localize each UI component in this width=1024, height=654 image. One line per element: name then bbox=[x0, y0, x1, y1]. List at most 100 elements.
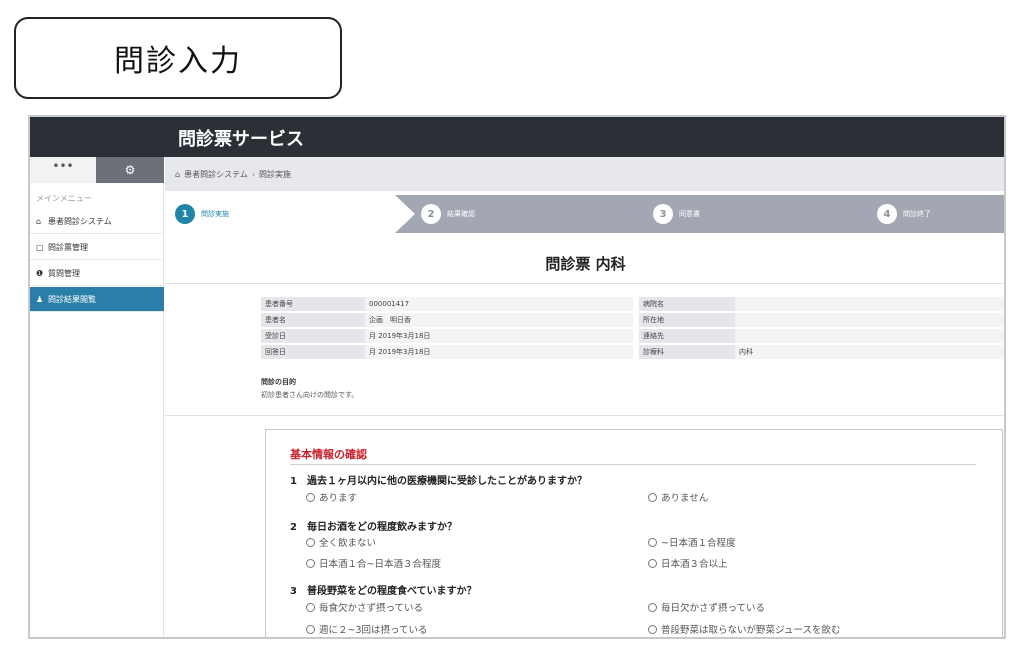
question-icon: ❶ bbox=[36, 268, 44, 278]
info-value: 月 2019年3月18日 bbox=[365, 345, 633, 360]
option-label: 週に２~3回は摂っている bbox=[319, 625, 428, 636]
gear-icon[interactable]: ⚙ bbox=[96, 157, 164, 183]
radio-option[interactable]: 全く飲まない bbox=[306, 535, 376, 549]
step-4: 4 問診終了 bbox=[877, 204, 931, 224]
info-row: 受診日 月 2019年3月18日 連絡先 bbox=[261, 329, 1004, 344]
home-icon[interactable]: ⌂ bbox=[175, 170, 180, 179]
sidebar-item-label: 質問管理 bbox=[48, 268, 80, 278]
sidebar: ••• ⚙ メインメニュー ⌂ 患者問診システム ▢ 問診票管理 ❶ 質問管理 … bbox=[30, 157, 164, 637]
app-title: 問診票サービス bbox=[178, 129, 304, 150]
sidebar-item-form-management[interactable]: ▢ 問診票管理 bbox=[30, 235, 164, 260]
section-title: 基本情報の確認 bbox=[290, 448, 367, 461]
option-label: ありません bbox=[661, 493, 709, 504]
info-label: 所在地 bbox=[639, 313, 735, 328]
sidebar-item-label: 患者問診システム bbox=[48, 216, 112, 226]
step-number: 2 bbox=[421, 204, 441, 224]
info-value bbox=[735, 313, 1004, 328]
step-label: 同意書 bbox=[679, 210, 700, 218]
breadcrumb-current: 問診実施 bbox=[259, 169, 292, 179]
radio-button[interactable] bbox=[306, 538, 315, 547]
info-value bbox=[735, 329, 1004, 344]
info-value bbox=[735, 297, 1004, 312]
question-1: 1 過去１ヶ月以内に他の医療機関に受診したことがありますか？ bbox=[290, 476, 587, 487]
step-label: 結果確認 bbox=[447, 210, 475, 218]
radio-option[interactable]: 週に２~3回は摂っている bbox=[306, 622, 428, 636]
step-number: 4 bbox=[877, 204, 897, 224]
option-label: あります bbox=[319, 493, 358, 504]
radio-button[interactable] bbox=[306, 603, 315, 612]
step-1: 1 問診実施 bbox=[175, 204, 229, 224]
option-label: 普段野菜は取らないが野菜ジュースを飲む bbox=[661, 625, 841, 636]
info-label: 患者番号 bbox=[261, 297, 365, 312]
info-label: 病院名 bbox=[639, 297, 735, 312]
info-row: 患者番号 000001417 病院名 bbox=[261, 297, 1004, 312]
breadcrumb-separator: › bbox=[251, 169, 256, 179]
divider bbox=[165, 283, 1004, 284]
progress-steps: 1 問診実施 2 結果確認 3 同意書 4 問診終了 bbox=[165, 195, 1004, 233]
radio-option[interactable]: ありません bbox=[648, 490, 708, 504]
option-label: 毎食欠かさず摂っている bbox=[319, 603, 424, 614]
radio-option[interactable]: 日本酒１合~日本酒３合程度 bbox=[306, 556, 441, 570]
radio-option[interactable]: 毎日欠かさず摂っている bbox=[648, 600, 765, 614]
question-2: 2 毎日お酒をどの程度飲みますか？ bbox=[290, 522, 457, 533]
breadcrumb-home[interactable]: 患者問診システム bbox=[184, 169, 248, 180]
main-content: ⌂ 患者問診システム › 問診実施 1 問診実施 2 結果確認 3 同意書 4 bbox=[165, 157, 1004, 637]
option-label: 日本酒１合~日本酒３合程度 bbox=[319, 559, 441, 570]
sidebar-caption: メインメニュー bbox=[36, 194, 92, 203]
sidebar-header: ••• ⚙ bbox=[30, 157, 164, 183]
question-3: 3 普段野菜をどの程度食べていますか？ bbox=[290, 586, 477, 597]
info-value: 000001417 bbox=[365, 297, 633, 312]
info-row: 回答日 月 2019年3月18日 診療科 内科 bbox=[261, 345, 1004, 360]
sidebar-item-results[interactable]: ♟ 問診結果閲覧 bbox=[30, 287, 164, 312]
option-label: ~日本酒１合程度 bbox=[661, 538, 736, 549]
option-label: 全く飲まない bbox=[319, 538, 377, 549]
radio-option[interactable]: あります bbox=[306, 490, 357, 504]
questionnaire-box: 基本情報の確認 1 過去１ヶ月以内に他の医療機関に受診したことがありますか？ あ… bbox=[265, 429, 1003, 637]
purpose-text: 初診患者さん向けの問診です。 bbox=[261, 391, 359, 399]
info-value: 月 2019年3月18日 bbox=[365, 329, 633, 344]
calendar-icon: ▢ bbox=[36, 242, 44, 252]
divider bbox=[165, 415, 1004, 416]
step-number: 1 bbox=[175, 204, 195, 224]
info-label: 受診日 bbox=[261, 329, 365, 344]
step-arrow bbox=[395, 195, 415, 233]
user-icon: ♟ bbox=[36, 294, 44, 304]
home-icon: ⌂ bbox=[36, 216, 42, 226]
step-3: 3 同意書 bbox=[653, 204, 700, 224]
info-value: 企画 明日香 bbox=[365, 313, 633, 328]
breadcrumb: ⌂ 患者問診システム › 問診実施 bbox=[165, 157, 1004, 191]
radio-button[interactable] bbox=[648, 559, 657, 568]
radio-option[interactable]: 普段野菜は取らないが野菜ジュースを飲む bbox=[648, 622, 840, 636]
more-icon[interactable]: ••• bbox=[30, 157, 96, 183]
radio-option[interactable]: 毎食欠かさず摂っている bbox=[306, 600, 423, 614]
sidebar-item-patient-system[interactable]: ⌂ 患者問診システム bbox=[30, 209, 164, 234]
top-bar: 問診票サービス bbox=[30, 117, 1004, 157]
option-label: 毎日欠かさず摂っている bbox=[661, 603, 766, 614]
radio-button[interactable] bbox=[306, 493, 315, 502]
info-label: 患者名 bbox=[261, 313, 365, 328]
screen-label: 問診入力 bbox=[14, 17, 342, 99]
radio-button[interactable] bbox=[648, 603, 657, 612]
radio-button[interactable] bbox=[648, 493, 657, 502]
info-label: 連絡先 bbox=[639, 329, 735, 344]
sidebar-item-question-management[interactable]: ❶ 質問管理 bbox=[30, 261, 164, 286]
info-label: 診療科 bbox=[639, 345, 735, 360]
radio-option[interactable]: ~日本酒１合程度 bbox=[648, 535, 735, 549]
step-2: 2 結果確認 bbox=[421, 204, 475, 224]
info-value: 内科 bbox=[735, 345, 1004, 360]
radio-button[interactable] bbox=[648, 538, 657, 547]
radio-button[interactable] bbox=[648, 625, 657, 634]
radio-option[interactable]: 日本酒３合以上 bbox=[648, 556, 728, 570]
radio-button[interactable] bbox=[306, 625, 315, 634]
purpose-heading: 問診の目的 bbox=[261, 378, 296, 386]
app-window: 問診票サービス ••• ⚙ メインメニュー ⌂ 患者問診システム ▢ 問診票管理… bbox=[28, 115, 1006, 639]
form-title: 問診票 内科 bbox=[545, 255, 626, 273]
option-label: 日本酒３合以上 bbox=[661, 559, 728, 570]
sidebar-item-label: 問診票管理 bbox=[48, 242, 88, 252]
info-label: 回答日 bbox=[261, 345, 365, 360]
step-label: 問診終了 bbox=[903, 210, 931, 218]
radio-button[interactable] bbox=[306, 559, 315, 568]
section-divider bbox=[290, 464, 976, 465]
info-row: 患者名 企画 明日香 所在地 bbox=[261, 313, 1004, 328]
step-number: 3 bbox=[653, 204, 673, 224]
